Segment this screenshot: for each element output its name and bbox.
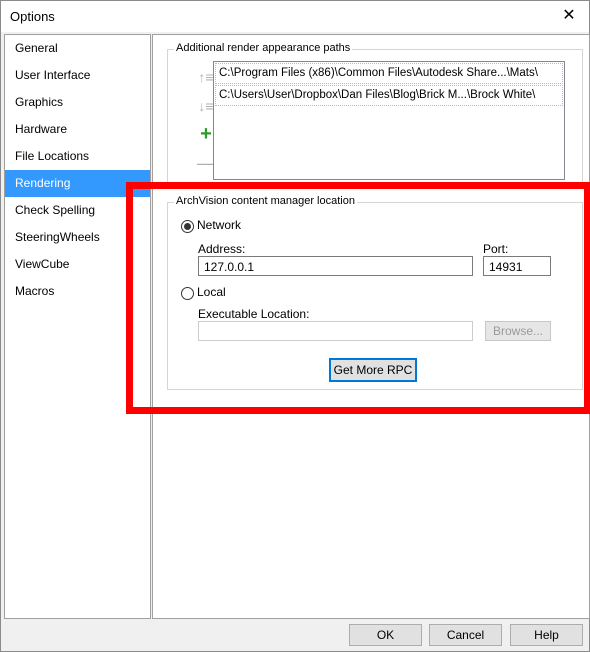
title-bar: Options ✕ (1, 1, 589, 32)
sidebar-item-file-locations[interactable]: File Locations (5, 143, 150, 170)
window-title: Options (10, 9, 55, 24)
help-button[interactable]: Help (510, 624, 583, 646)
list-item[interactable]: C:\Program Files (x86)\Common Files\Auto… (215, 63, 563, 84)
sidebar-item-general[interactable]: General (5, 35, 150, 62)
close-icon[interactable]: ✕ (559, 6, 579, 26)
sidebar-item-user-interface[interactable]: User Interface (5, 62, 150, 89)
sidebar-item-hardware[interactable]: Hardware (5, 116, 150, 143)
cancel-button[interactable]: Cancel (429, 624, 502, 646)
render-paths-group: Additional render appearance paths ↑≡ ↓≡… (167, 42, 583, 186)
render-paths-title: Additional render appearance paths (174, 42, 353, 54)
render-paths-list[interactable]: C:\Program Files (x86)\Common Files\Auto… (213, 61, 565, 180)
ok-button[interactable]: OK (349, 624, 422, 646)
list-item[interactable]: C:\Users\User\Dropbox\Dan Files\Blog\Bri… (215, 85, 563, 106)
highlight-annotation (126, 182, 590, 414)
sidebar-item-graphics[interactable]: Graphics (5, 89, 150, 116)
